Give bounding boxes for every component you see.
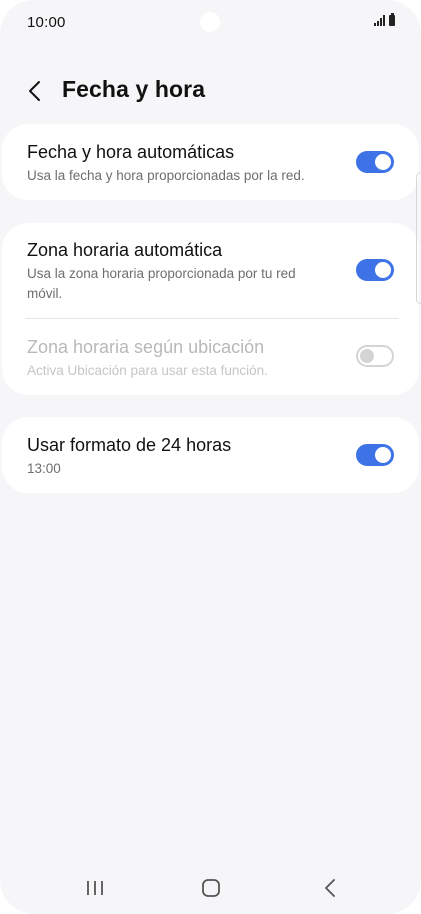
setting-title: Fecha y hora automáticas xyxy=(27,142,235,162)
recents-icon xyxy=(87,881,103,895)
navigation-bar xyxy=(0,866,421,910)
recents-button[interactable] xyxy=(80,876,110,900)
back-button[interactable] xyxy=(18,74,52,108)
toggle-knob xyxy=(375,154,391,170)
settings-card-timezone: Zona horaria automática Usa la zona hora… xyxy=(2,223,419,395)
location-timezone-toggle[interactable] xyxy=(356,345,394,367)
setting-location-timezone[interactable]: Zona horaria según ubicación Activa Ubic… xyxy=(2,319,419,395)
signal-icon xyxy=(374,15,385,26)
page-title: Fecha y hora xyxy=(62,76,206,102)
status-icons xyxy=(374,13,395,26)
setting-24h-format[interactable]: Usar formato de 24 horas 13:00 xyxy=(2,417,419,493)
setting-subtitle: 13:00 xyxy=(27,461,61,476)
toggle-knob xyxy=(375,262,391,278)
chevron-left-icon xyxy=(29,81,40,101)
auto-datetime-toggle[interactable] xyxy=(356,151,394,173)
status-bar: 10:00 xyxy=(0,0,421,46)
setting-auto-datetime[interactable]: Fecha y hora automáticas Usa la fecha y … xyxy=(2,124,419,200)
setting-title: Zona horaria automática xyxy=(27,240,223,260)
setting-title: Usar formato de 24 horas xyxy=(27,435,232,455)
setting-title: Zona horaria según ubicación xyxy=(27,337,265,357)
scroll-indicator[interactable] xyxy=(416,172,421,304)
home-icon xyxy=(202,879,220,897)
battery-icon xyxy=(389,13,395,26)
auto-timezone-toggle[interactable] xyxy=(356,259,394,281)
nav-back-button[interactable] xyxy=(315,876,345,900)
home-button[interactable] xyxy=(196,876,226,900)
format-24h-toggle[interactable] xyxy=(356,444,394,466)
settings-card-format: Usar formato de 24 horas 13:00 xyxy=(2,417,419,493)
front-camera xyxy=(200,12,220,32)
toggle-knob xyxy=(360,349,374,363)
settings-card-auto-datetime: Fecha y hora automáticas Usa la fecha y … xyxy=(2,124,419,200)
status-time: 10:00 xyxy=(27,14,66,31)
setting-subtitle: Usa la zona horaria proporcionada por tu… xyxy=(27,266,296,301)
header: Fecha y hora xyxy=(0,68,421,112)
toggle-knob xyxy=(375,447,391,463)
back-icon xyxy=(325,879,335,897)
setting-subtitle: Activa Ubicación para usar esta función. xyxy=(27,363,268,378)
setting-auto-timezone[interactable]: Zona horaria automática Usa la zona hora… xyxy=(2,223,419,318)
phone-screen: 10:00 Fecha y hora Fecha y hora automáti… xyxy=(0,0,421,914)
setting-subtitle: Usa la fecha y hora proporcionadas por l… xyxy=(27,168,305,183)
